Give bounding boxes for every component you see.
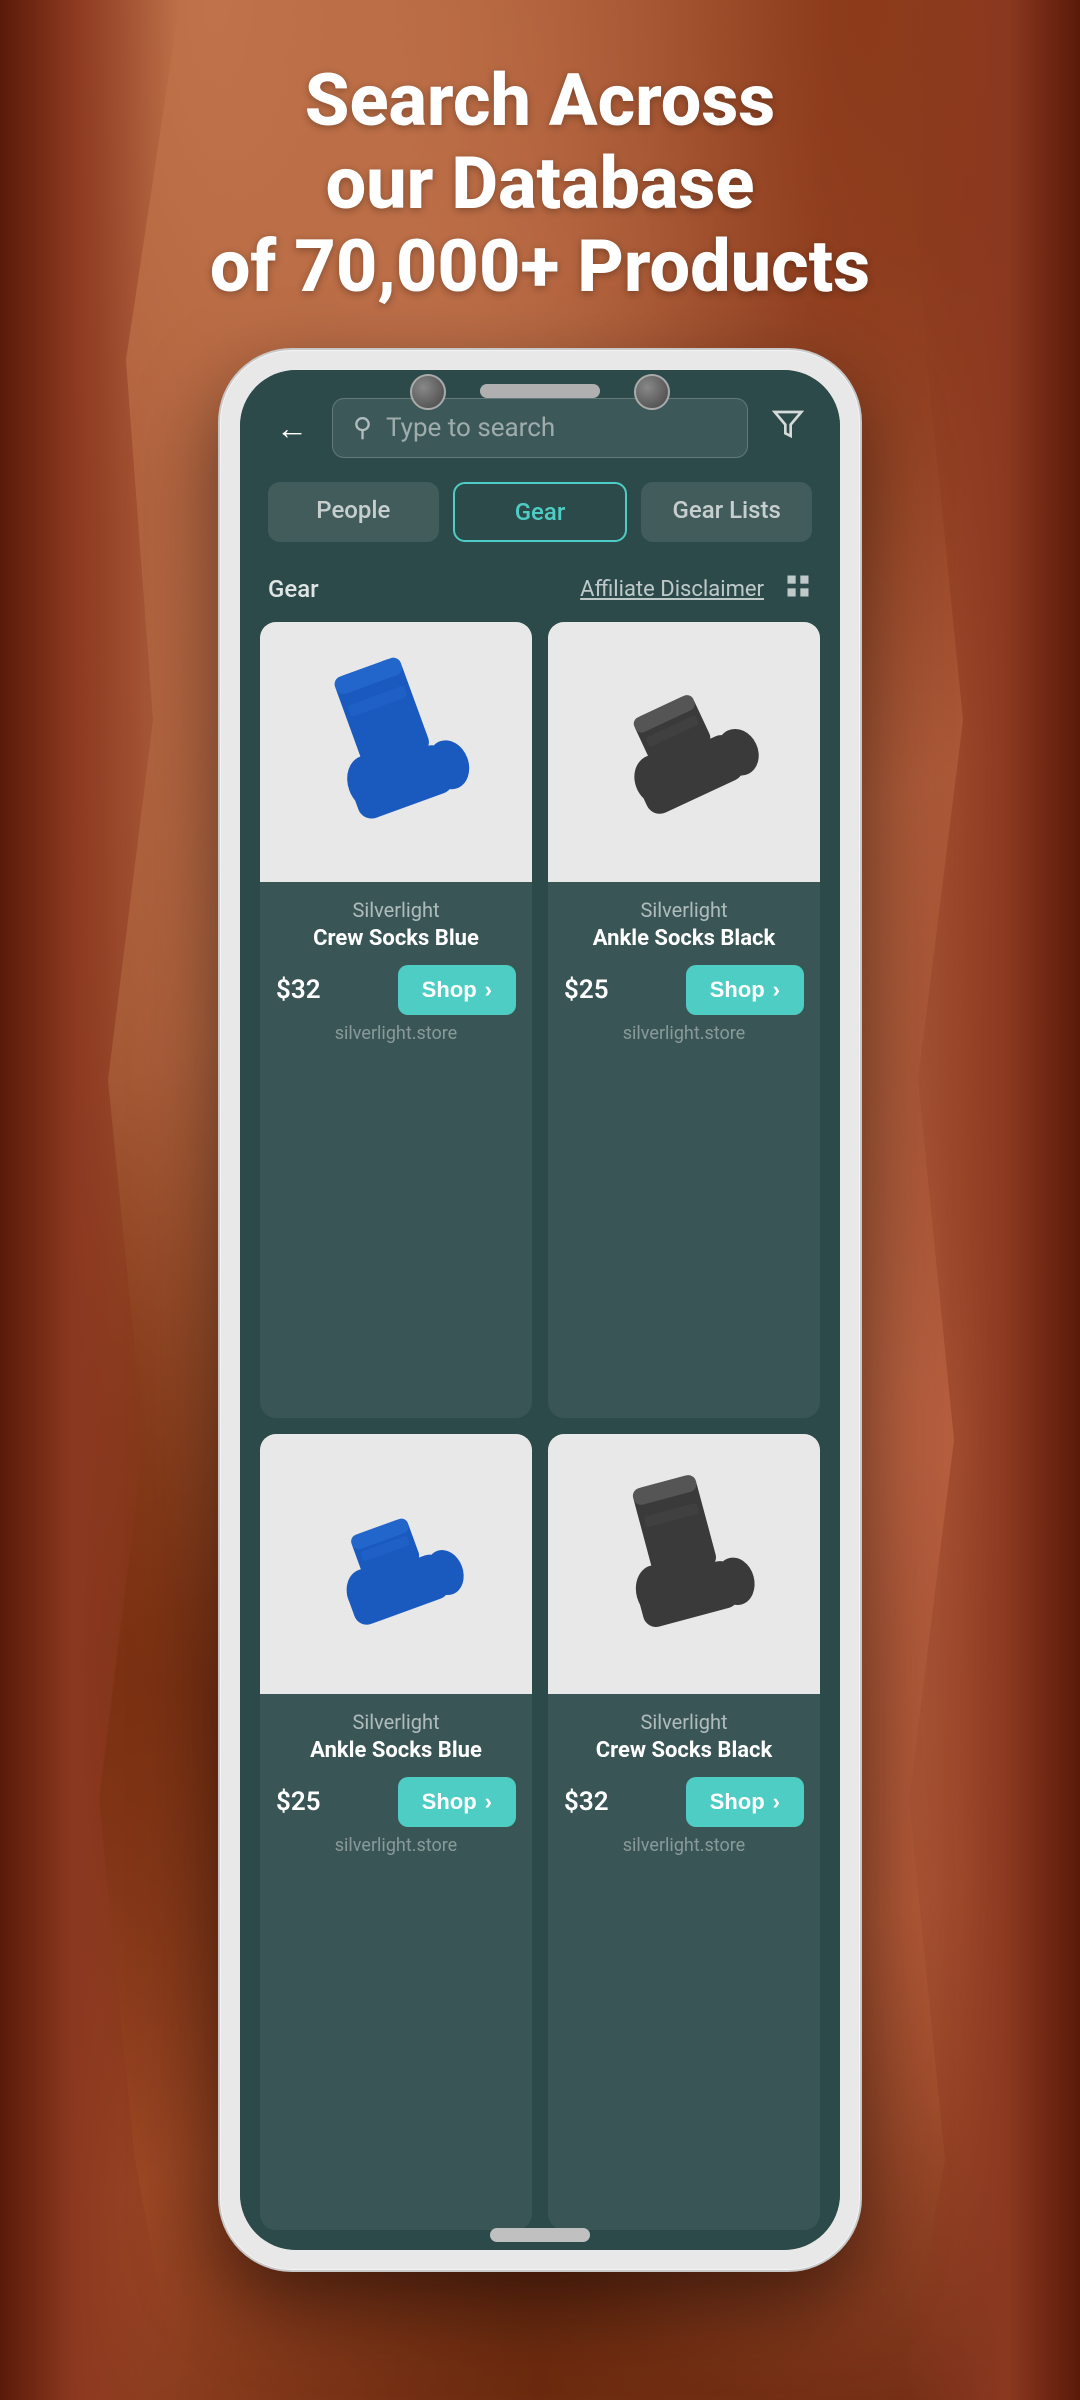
phone-mockup: ← ⚲ Type to search People Gear bbox=[220, 350, 860, 2270]
product-store-3: silverlight.store bbox=[548, 1835, 820, 1870]
product-actions-1: $25 Shop › bbox=[548, 951, 820, 1023]
shop-button-2[interactable]: Shop › bbox=[398, 1777, 516, 1827]
shop-button-3[interactable]: Shop › bbox=[686, 1777, 804, 1827]
product-card-3: Silverlight Crew Socks Black $32 Shop › … bbox=[548, 1434, 820, 2230]
product-brand-3: Silverlight bbox=[564, 1710, 804, 1734]
product-image-1 bbox=[548, 622, 820, 882]
header-right: Affiliate Disclaimer bbox=[580, 572, 812, 606]
product-price-0: $32 bbox=[276, 975, 321, 1005]
product-info-1: Silverlight Ankle Socks Black bbox=[548, 882, 820, 951]
phone-screen: ← ⚲ Type to search People Gear bbox=[240, 370, 840, 2250]
speaker-grille bbox=[480, 384, 600, 398]
product-store-2: silverlight.store bbox=[260, 1835, 532, 1870]
hero-line2: our Database bbox=[80, 143, 1000, 226]
section-header: Gear Affiliate Disclaimer bbox=[240, 562, 840, 622]
product-card-2: Silverlight Ankle Socks Blue $25 Shop › … bbox=[260, 1434, 532, 2230]
product-info-0: Silverlight Crew Socks Blue bbox=[260, 882, 532, 951]
product-actions-3: $32 Shop › bbox=[548, 1763, 820, 1835]
product-price-3: $32 bbox=[564, 1787, 609, 1817]
product-info-3: Silverlight Crew Socks Black bbox=[548, 1694, 820, 1763]
product-brand-2: Silverlight bbox=[276, 1710, 516, 1734]
product-name-3: Crew Socks Black bbox=[564, 1738, 804, 1763]
hero-line3: of 70,000+ Products bbox=[80, 226, 1000, 309]
tab-people[interactable]: People bbox=[268, 482, 439, 542]
tab-gear-lists[interactable]: Gear Lists bbox=[641, 482, 812, 542]
product-actions-2: $25 Shop › bbox=[260, 1763, 532, 1835]
home-indicator bbox=[490, 2228, 590, 2242]
hero-line1: Search Across bbox=[80, 60, 1000, 143]
search-icon: ⚲ bbox=[353, 413, 372, 443]
back-button[interactable]: ← bbox=[268, 405, 316, 451]
tab-gear[interactable]: Gear bbox=[453, 482, 628, 542]
product-store-1: silverlight.store bbox=[548, 1023, 820, 1058]
product-brand-1: Silverlight bbox=[564, 898, 804, 922]
product-name-1: Ankle Socks Black bbox=[564, 926, 804, 951]
camera-left bbox=[410, 374, 446, 410]
product-card-0: Silverlight Crew Socks Blue $32 Shop › s… bbox=[260, 622, 532, 1418]
section-label: Gear bbox=[268, 575, 319, 603]
grid-view-icon[interactable] bbox=[784, 572, 812, 606]
phone-body: ← ⚲ Type to search People Gear bbox=[220, 350, 860, 2270]
filter-button[interactable] bbox=[764, 404, 812, 452]
tabs-row: People Gear Gear Lists bbox=[240, 474, 840, 562]
product-image-0 bbox=[260, 622, 532, 882]
product-actions-0: $32 Shop › bbox=[260, 951, 532, 1023]
search-input: Type to search bbox=[386, 413, 555, 443]
product-name-2: Ankle Socks Blue bbox=[276, 1738, 516, 1763]
camera-right bbox=[634, 374, 670, 410]
product-brand-0: Silverlight bbox=[276, 898, 516, 922]
product-name-0: Crew Socks Blue bbox=[276, 926, 516, 951]
affiliate-disclaimer-link[interactable]: Affiliate Disclaimer bbox=[580, 577, 764, 602]
products-grid: Silverlight Crew Socks Blue $32 Shop › s… bbox=[240, 622, 840, 2250]
product-image-2 bbox=[260, 1434, 532, 1694]
product-info-2: Silverlight Ankle Socks Blue bbox=[260, 1694, 532, 1763]
shop-button-0[interactable]: Shop › bbox=[398, 965, 516, 1015]
shop-button-1[interactable]: Shop › bbox=[686, 965, 804, 1015]
hero-heading: Search Across our Database of 70,000+ Pr… bbox=[0, 60, 1080, 308]
search-input-container[interactable]: ⚲ Type to search bbox=[332, 398, 748, 458]
product-card-1: Silverlight Ankle Socks Black $25 Shop ›… bbox=[548, 622, 820, 1418]
product-store-0: silverlight.store bbox=[260, 1023, 532, 1058]
product-price-1: $25 bbox=[564, 975, 609, 1005]
product-image-3 bbox=[548, 1434, 820, 1694]
product-price-2: $25 bbox=[276, 1787, 321, 1817]
